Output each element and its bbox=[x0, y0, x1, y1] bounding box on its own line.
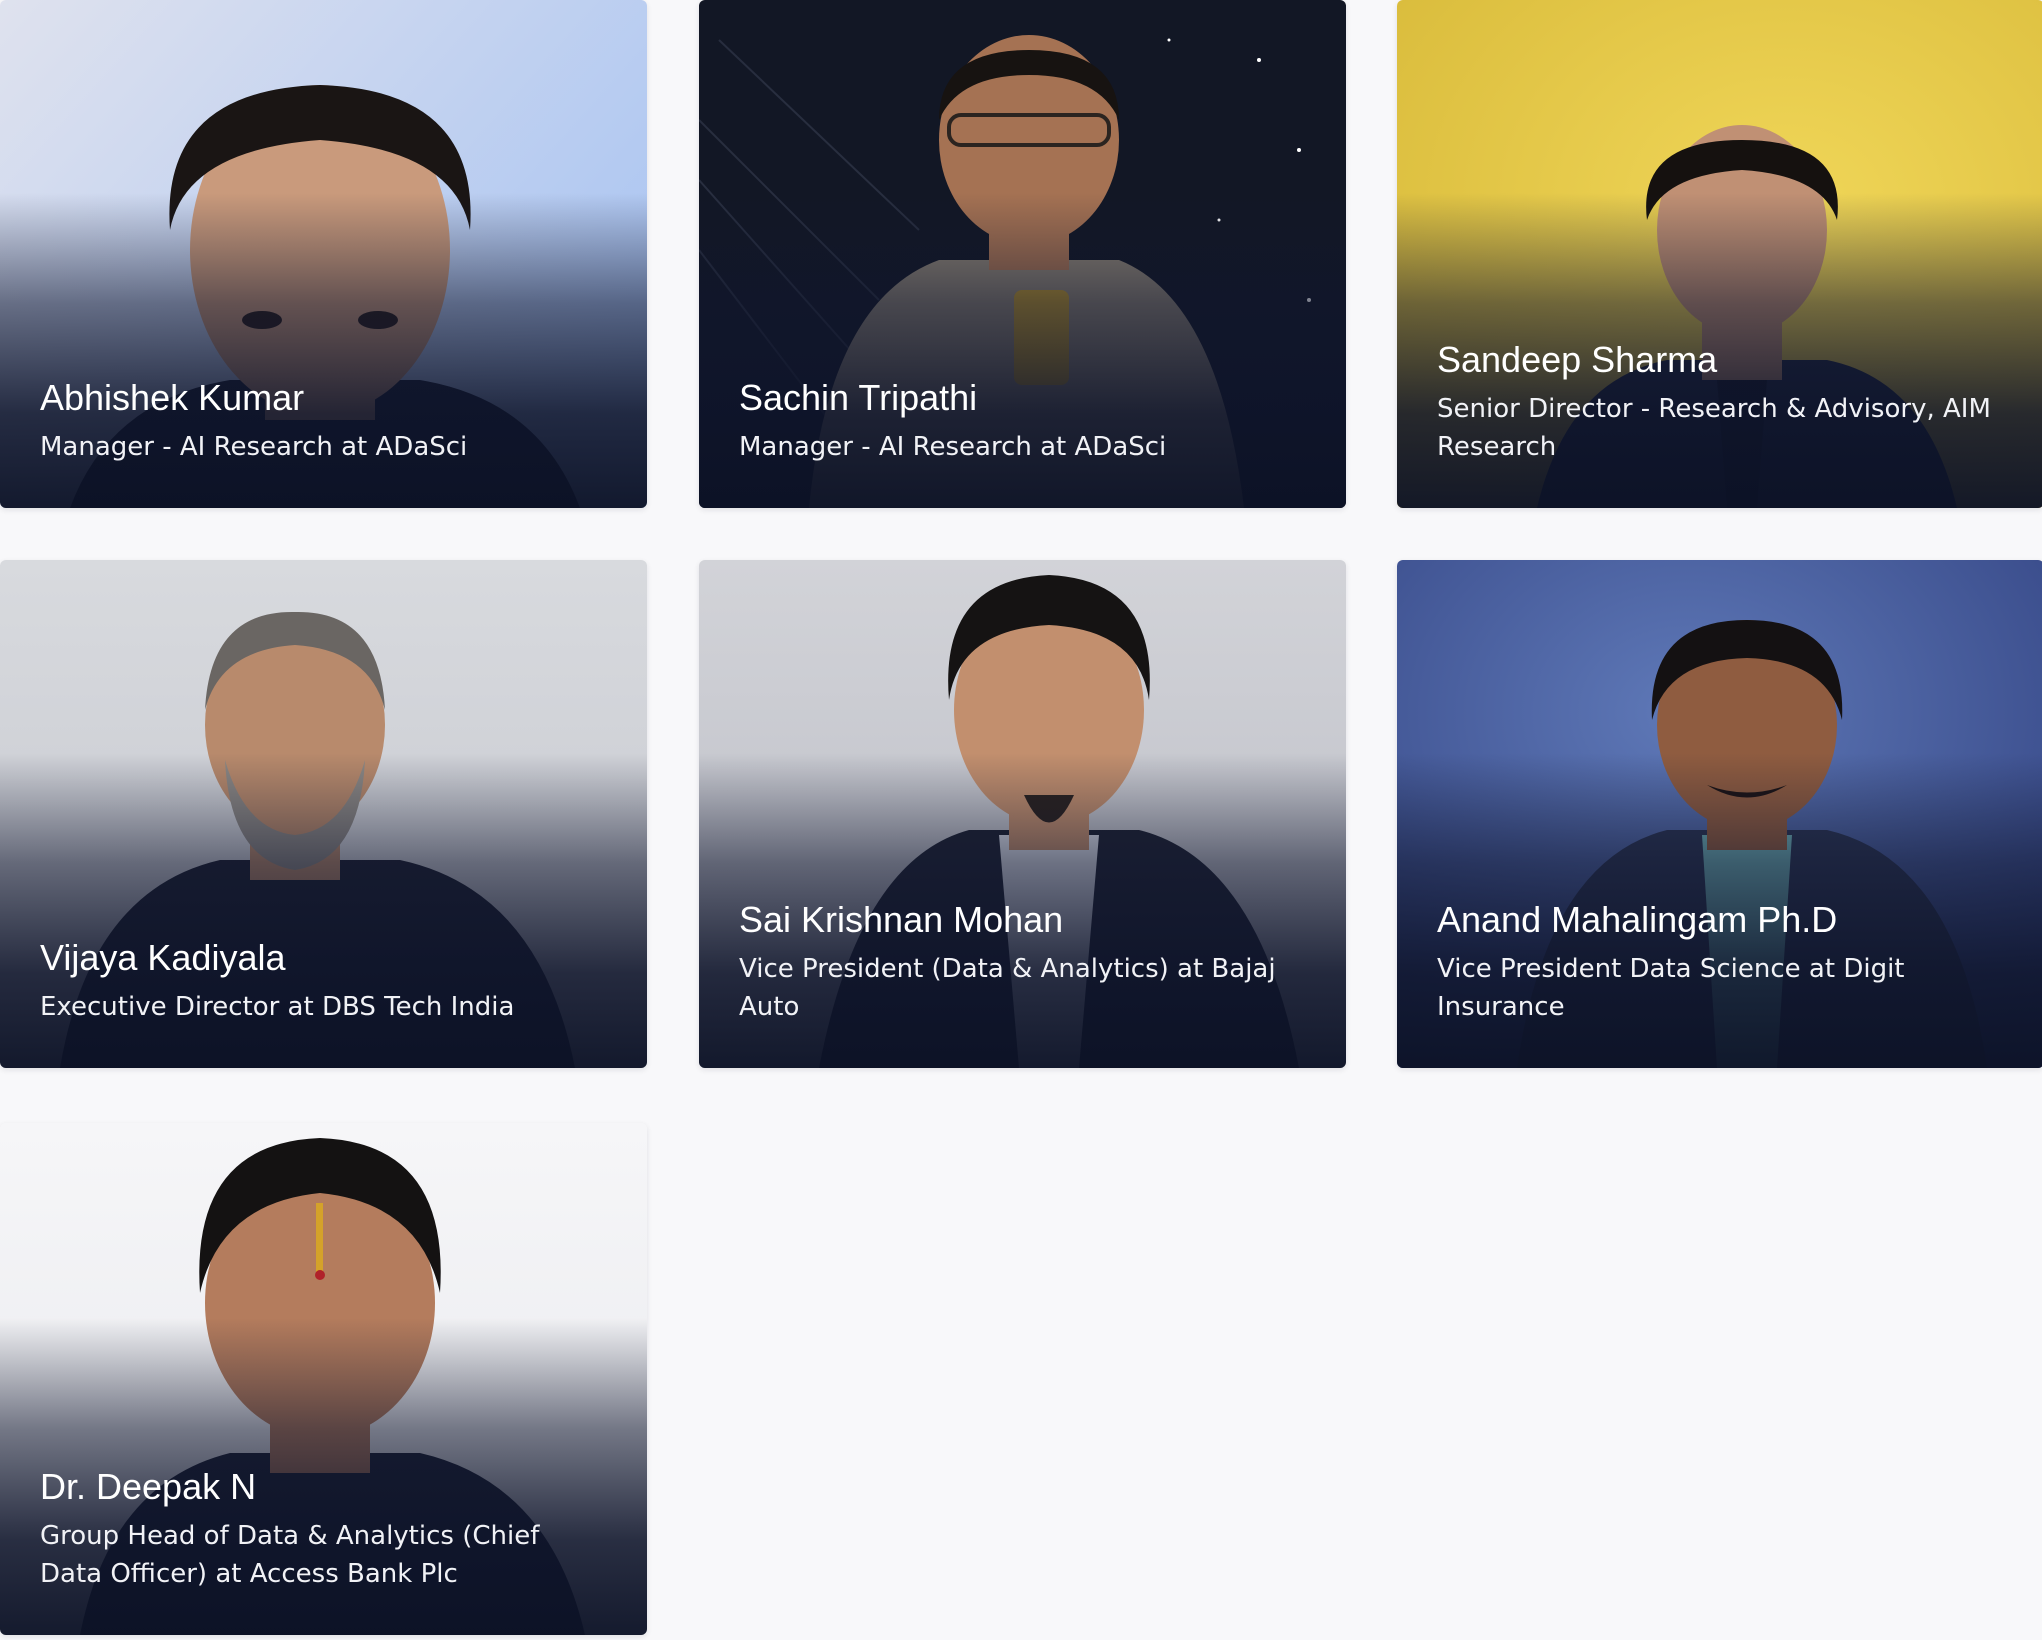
speaker-info: Sandeep Sharma Senior Director - Researc… bbox=[1437, 338, 2004, 466]
speaker-grid: Abhishek Kumar Manager - AI Research at … bbox=[0, 0, 2042, 1640]
speaker-role: Senior Director - Research & Advisory, A… bbox=[1437, 394, 1991, 462]
speaker-role: Vice President Data Science at Digit Ins… bbox=[1437, 954, 1905, 1022]
speaker-card[interactable]: Sachin Tripathi Manager - AI Research at… bbox=[699, 0, 1346, 508]
speaker-role: Executive Director at DBS Tech India bbox=[40, 992, 515, 1022]
speaker-name: Dr. Deepak N bbox=[40, 1466, 257, 1507]
speaker-info: Anand Mahalingam Ph.D Vice President Dat… bbox=[1437, 898, 2004, 1026]
speaker-name: Sachin Tripathi bbox=[739, 377, 978, 418]
speaker-name: Sandeep Sharma bbox=[1437, 339, 1718, 380]
speaker-name: Abhishek Kumar bbox=[40, 377, 305, 418]
speaker-role: Manager - AI Research at ADaSci bbox=[739, 432, 1167, 462]
speaker-info: Dr. Deepak N Group Head of Data & Analyt… bbox=[40, 1465, 607, 1593]
speaker-card[interactable]: Sandeep Sharma Senior Director - Researc… bbox=[1397, 0, 2042, 508]
speaker-name: Vijaya Kadiyala bbox=[40, 937, 286, 978]
speaker-info: Sachin Tripathi Manager - AI Research at… bbox=[739, 376, 1306, 466]
speaker-card[interactable]: Anand Mahalingam Ph.D Vice President Dat… bbox=[1397, 560, 2042, 1068]
speaker-name: Anand Mahalingam Ph.D bbox=[1437, 899, 1838, 940]
speaker-info: Sai Krishnan Mohan Vice President (Data … bbox=[739, 898, 1306, 1026]
speaker-name: Sai Krishnan Mohan bbox=[739, 899, 1064, 940]
speaker-card[interactable]: Dr. Deepak N Group Head of Data & Analyt… bbox=[0, 1123, 647, 1635]
speaker-role: Vice President (Data & Analytics) at Baj… bbox=[739, 954, 1276, 1022]
speaker-card[interactable]: Abhishek Kumar Manager - AI Research at … bbox=[0, 0, 647, 508]
speaker-info: Vijaya Kadiyala Executive Director at DB… bbox=[40, 936, 607, 1026]
speaker-role: Manager - AI Research at ADaSci bbox=[40, 432, 468, 462]
speaker-card[interactable]: Vijaya Kadiyala Executive Director at DB… bbox=[0, 560, 647, 1068]
speaker-info: Abhishek Kumar Manager - AI Research at … bbox=[40, 376, 607, 466]
speaker-role: Group Head of Data & Analytics (Chief Da… bbox=[40, 1521, 540, 1589]
speaker-card[interactable]: Sai Krishnan Mohan Vice President (Data … bbox=[699, 560, 1346, 1068]
